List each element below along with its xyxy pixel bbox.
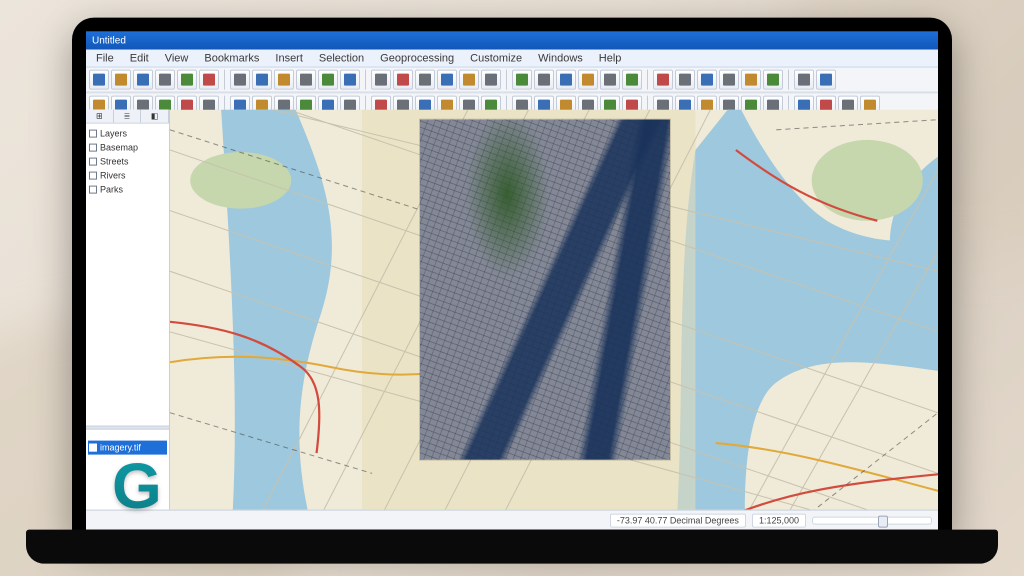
toolbar-row-1 <box>86 68 938 93</box>
toolbar-button-1-2[interactable] <box>133 70 153 90</box>
toolbar-button-1-21[interactable] <box>578 70 598 90</box>
menu-item-windows[interactable]: Windows <box>532 50 589 66</box>
toolbar-button-1-18[interactable] <box>512 70 532 90</box>
toolbar-button-1-23[interactable] <box>622 70 642 90</box>
toolbar-separator <box>224 70 225 90</box>
toc-item-label: Parks <box>100 185 123 195</box>
toc-tab-1[interactable]: ≣ <box>114 110 142 123</box>
toolbar-button-1-25[interactable] <box>675 70 695 90</box>
checkbox-icon[interactable] <box>89 444 97 452</box>
zoom-slider-thumb[interactable] <box>878 515 888 527</box>
aerial-imagery-overlay[interactable] <box>420 120 670 460</box>
toolbar-button-1-19[interactable] <box>534 70 554 90</box>
laptop-frame: Untitled FileEditViewBookmarksInsertSele… <box>72 18 952 538</box>
toc-layer-list-bottom: imagery.tif <box>86 430 169 510</box>
toc-item-label: Rivers <box>100 171 126 181</box>
toolbar-button-1-15[interactable] <box>437 70 457 90</box>
toc-tab-2[interactable]: ◧ <box>141 110 169 123</box>
zoom-slider[interactable] <box>812 516 932 524</box>
toolbar-button-1-16[interactable] <box>459 70 479 90</box>
menu-item-customize[interactable]: Customize <box>464 50 528 66</box>
toolbar-button-1-14[interactable] <box>415 70 435 90</box>
checkbox-icon[interactable] <box>89 172 97 180</box>
screen: Untitled FileEditViewBookmarksInsertSele… <box>86 32 938 530</box>
toolbar-button-1-27[interactable] <box>719 70 739 90</box>
window-titlebar: Untitled <box>86 32 938 50</box>
toc-layer-list-top: Layers Basemap Streets Rivers Parks <box>86 124 169 426</box>
toc-item-label: Layers <box>100 129 127 139</box>
checkbox-icon[interactable] <box>89 130 97 138</box>
toc-item[interactable]: Basemap <box>88 141 167 155</box>
workspace: ⊞≣◧ Layers Basemap Streets Rivers Parks imag… <box>86 110 938 510</box>
window-title: Untitled <box>92 35 126 46</box>
map-view[interactable] <box>170 110 938 510</box>
toolbar-button-1-10[interactable] <box>318 70 338 90</box>
toolbar-button-1-28[interactable] <box>741 70 761 90</box>
checkbox-icon[interactable] <box>89 144 97 152</box>
toolbar-button-1-7[interactable] <box>252 70 272 90</box>
toolbar-button-1-6[interactable] <box>230 70 250 90</box>
menu-item-file[interactable]: File <box>90 50 120 66</box>
toolbar-button-1-12[interactable] <box>371 70 391 90</box>
toc-item[interactable]: Rivers <box>88 169 167 183</box>
toolbar-button-1-1[interactable] <box>111 70 131 90</box>
menu-item-insert[interactable]: Insert <box>269 50 309 66</box>
toc-item-label: imagery.tif <box>100 443 141 453</box>
toolbar-button-1-5[interactable] <box>199 70 219 90</box>
toolbar-button-1-22[interactable] <box>600 70 620 90</box>
toolbar-separator <box>506 70 507 90</box>
toolbar-button-1-17[interactable] <box>481 70 501 90</box>
menu-item-edit[interactable]: Edit <box>124 50 155 66</box>
status-scale[interactable]: 1:125,000 <box>752 513 806 527</box>
menu-item-geoprocessing[interactable]: Geoprocessing <box>374 50 460 66</box>
toolbar-button-1-26[interactable] <box>697 70 717 90</box>
toolbar-button-1-20[interactable] <box>556 70 576 90</box>
toolbar-separator <box>788 70 789 90</box>
toc-item-label: Basemap <box>100 143 138 153</box>
toolbar-button-1-4[interactable] <box>177 70 197 90</box>
toc-tab-0[interactable]: ⊞ <box>86 110 114 123</box>
menu-item-selection[interactable]: Selection <box>313 50 370 66</box>
toolbar-button-1-24[interactable] <box>653 70 673 90</box>
toolbar-separator <box>365 70 366 90</box>
status-coordinates: -73.97 40.77 Decimal Degrees <box>610 513 746 527</box>
toc-tab-strip: ⊞≣◧ <box>86 110 169 124</box>
toc-item[interactable]: Layers <box>88 127 167 141</box>
toc-item[interactable]: Streets <box>88 155 167 169</box>
toolbar-button-1-13[interactable] <box>393 70 413 90</box>
toc-item-label: Streets <box>100 157 129 167</box>
toc-item[interactable]: imagery.tif <box>88 441 167 455</box>
toolbar-button-1-3[interactable] <box>155 70 175 90</box>
toolbar-button-1-0[interactable] <box>89 70 109 90</box>
toolbar-button-1-31[interactable] <box>816 70 836 90</box>
toolbar-button-1-29[interactable] <box>763 70 783 90</box>
toolbar-button-1-8[interactable] <box>274 70 294 90</box>
toolbar-separator <box>647 70 648 90</box>
toc-item[interactable]: Parks <box>88 183 167 197</box>
checkbox-icon[interactable] <box>89 186 97 194</box>
toolbar-button-1-11[interactable] <box>340 70 360 90</box>
menu-item-help[interactable]: Help <box>593 50 628 66</box>
toolbar-button-1-9[interactable] <box>296 70 316 90</box>
checkbox-icon[interactable] <box>89 158 97 166</box>
menu-item-bookmarks[interactable]: Bookmarks <box>198 50 265 66</box>
menu-item-view[interactable]: View <box>159 50 195 66</box>
menu-bar: FileEditViewBookmarksInsertSelectionGeop… <box>86 50 938 68</box>
toolbar-button-1-30[interactable] <box>794 70 814 90</box>
status-bar: -73.97 40.77 Decimal Degrees 1:125,000 <box>86 510 938 530</box>
table-of-contents-panel: ⊞≣◧ Layers Basemap Streets Rivers Parks imag… <box>86 110 170 510</box>
